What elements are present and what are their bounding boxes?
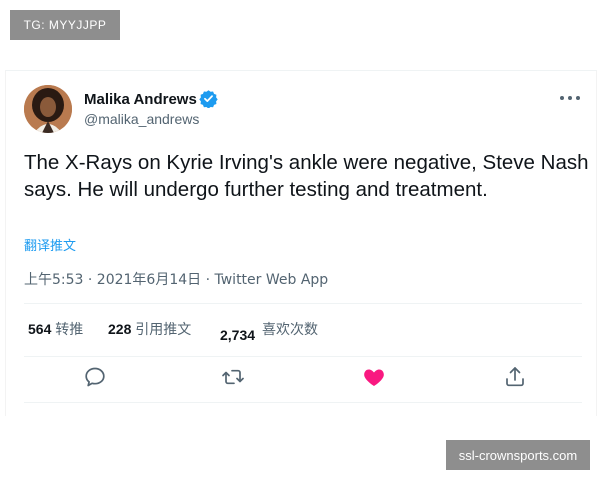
share-icon[interactable] (503, 365, 527, 389)
watermark-top: TG: MYYJJPP (10, 10, 120, 40)
retweets-count: 564 (28, 321, 52, 337)
divider (24, 402, 582, 403)
watermark-bottom: ssl-crownsports.com (446, 440, 590, 470)
quotes-count: 228 (108, 321, 132, 337)
author-handle[interactable]: @malika_andrews (84, 111, 199, 127)
tweet-stats: 564 转推 228 引用推文 2,734 喜欢次数 (24, 319, 584, 343)
verified-badge-icon (199, 90, 218, 108)
heart-icon[interactable] (362, 365, 386, 389)
more-options-icon[interactable] (560, 91, 580, 105)
avatar[interactable] (24, 85, 72, 133)
retweets-stat[interactable]: 564 转推 (28, 319, 83, 339)
likes-count[interactable]: 2,734 (220, 327, 255, 343)
author-name[interactable]: Malika Andrews (84, 91, 197, 108)
tweet-text: The X-Rays on Kyrie Irving's ankle were … (24, 151, 589, 201)
divider (24, 303, 582, 304)
quotes-label: 引用推文 (135, 322, 192, 338)
tweet-card: Malika Andrews @malika_andrews The X-Ray… (5, 70, 597, 416)
divider (24, 356, 582, 357)
reply-icon[interactable] (83, 365, 107, 389)
likes-label[interactable]: 喜欢次数 (262, 319, 318, 339)
tweet-meta[interactable]: 上午5:53 · 2021年6月14日 · Twitter Web App (24, 269, 328, 289)
retweet-icon[interactable] (221, 365, 245, 389)
translate-tweet-link[interactable]: 翻译推文 (24, 235, 76, 254)
tweet-actions (6, 365, 596, 395)
quotes-stat[interactable]: 228 引用推文 (108, 319, 191, 339)
tweet-header: Malika Andrews @malika_andrews (6, 71, 596, 141)
retweets-label: 转推 (55, 322, 84, 338)
